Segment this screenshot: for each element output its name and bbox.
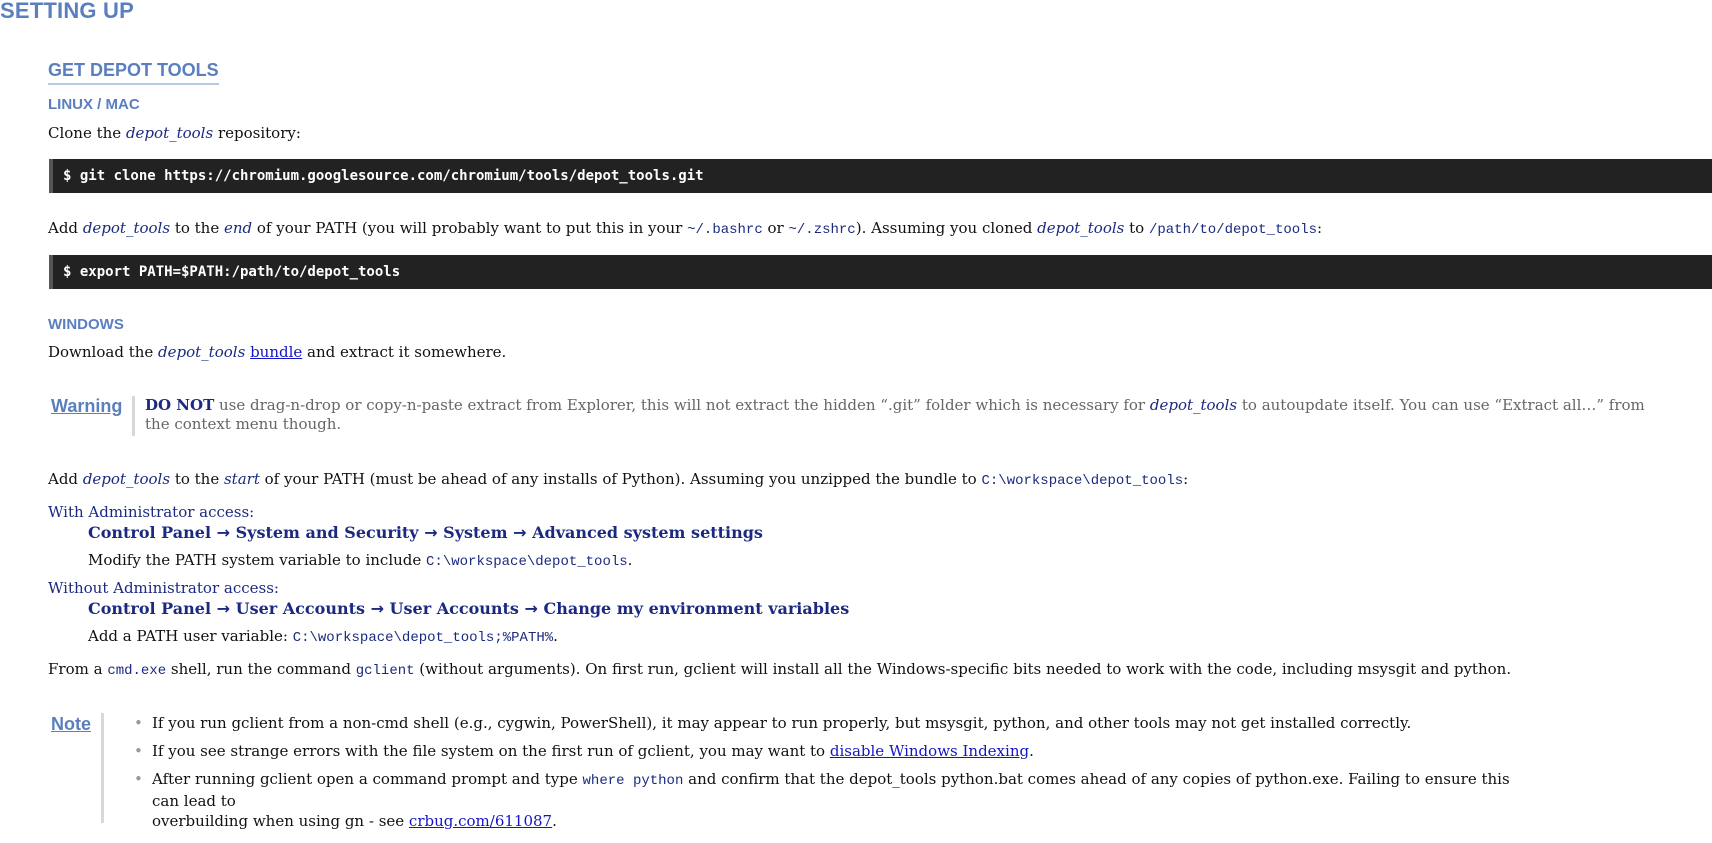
note-item: If you see strange errors with the file … — [134, 741, 1534, 761]
no-admin-menu-path: Control Panel → User Accounts → User Acc… — [88, 599, 850, 618]
note-divider — [101, 713, 104, 823]
bundle-link[interactable]: bundle — [250, 343, 302, 361]
depot-path-code: /path/to/depot_tools — [1148, 222, 1317, 238]
note-item: If you run gclient from a non-cmd shell … — [134, 713, 1534, 733]
no-admin-add-instruction: Add a PATH user variable: C:\workspace\d… — [88, 627, 558, 646]
add-path-windows-instruction: Add depot_tools to the start of your PAT… — [48, 470, 1189, 489]
no-admin-access-label: Without Administrator access: — [48, 579, 279, 597]
note-list: If you run gclient from a non-cmd shell … — [134, 713, 1534, 839]
windows-heading: WINDOWS — [48, 316, 124, 333]
warning-body: DO NOT use drag-n-drop or copy-n-paste e… — [132, 396, 1645, 436]
warning-label[interactable]: Warning — [51, 396, 122, 417]
section-heading: GET DEPOT TOOLS — [48, 60, 219, 85]
gclient-instruction: From a cmd.exe shell, run the command gc… — [48, 660, 1512, 679]
zshrc-code: ~/.zshrc — [788, 222, 856, 238]
where-python-code: where python — [582, 773, 684, 789]
note-label[interactable]: Note — [51, 714, 91, 735]
gclient-code: gclient — [355, 663, 415, 679]
download-instruction: Download the depot_tools bundle and extr… — [48, 343, 507, 361]
code-block-git-clone[interactable]: $ git clone https://chromium.googlesourc… — [49, 159, 1712, 193]
admin-access-label: With Administrator access: — [48, 503, 255, 521]
linux-mac-heading: LINUX / MAC — [48, 96, 140, 113]
admin-modify-instruction: Modify the PATH system variable to inclu… — [88, 551, 633, 570]
admin-menu-path: Control Panel → System and Security → Sy… — [88, 523, 763, 542]
arrow-right-icon: → — [216, 599, 231, 618]
crbug-link[interactable]: crbug.com/611087 — [409, 812, 552, 830]
disable-indexing-link[interactable]: disable Windows Indexing — [830, 742, 1029, 760]
arrow-right-icon: → — [424, 523, 438, 542]
workspace-path-code: C:\workspace\depot_tools — [981, 473, 1184, 489]
page-title: SETTING UP — [0, 0, 135, 23]
bashrc-code: ~/.bashrc — [687, 222, 763, 238]
code-block-export-path[interactable]: $ export PATH=$PATH:/path/to/depot_tools — [49, 255, 1712, 289]
add-path-instruction: Add depot_tools to the end of your PATH … — [48, 219, 1323, 238]
arrow-right-icon: → — [370, 599, 384, 618]
note-item: After running gclient open a command pro… — [134, 769, 1534, 831]
arrow-right-icon: → — [216, 523, 231, 542]
clone-instruction: Clone the depot_tools repository: — [48, 124, 301, 142]
arrow-right-icon: → — [513, 523, 527, 542]
arrow-right-icon: → — [524, 599, 538, 618]
cmd-exe-code: cmd.exe — [107, 663, 167, 679]
